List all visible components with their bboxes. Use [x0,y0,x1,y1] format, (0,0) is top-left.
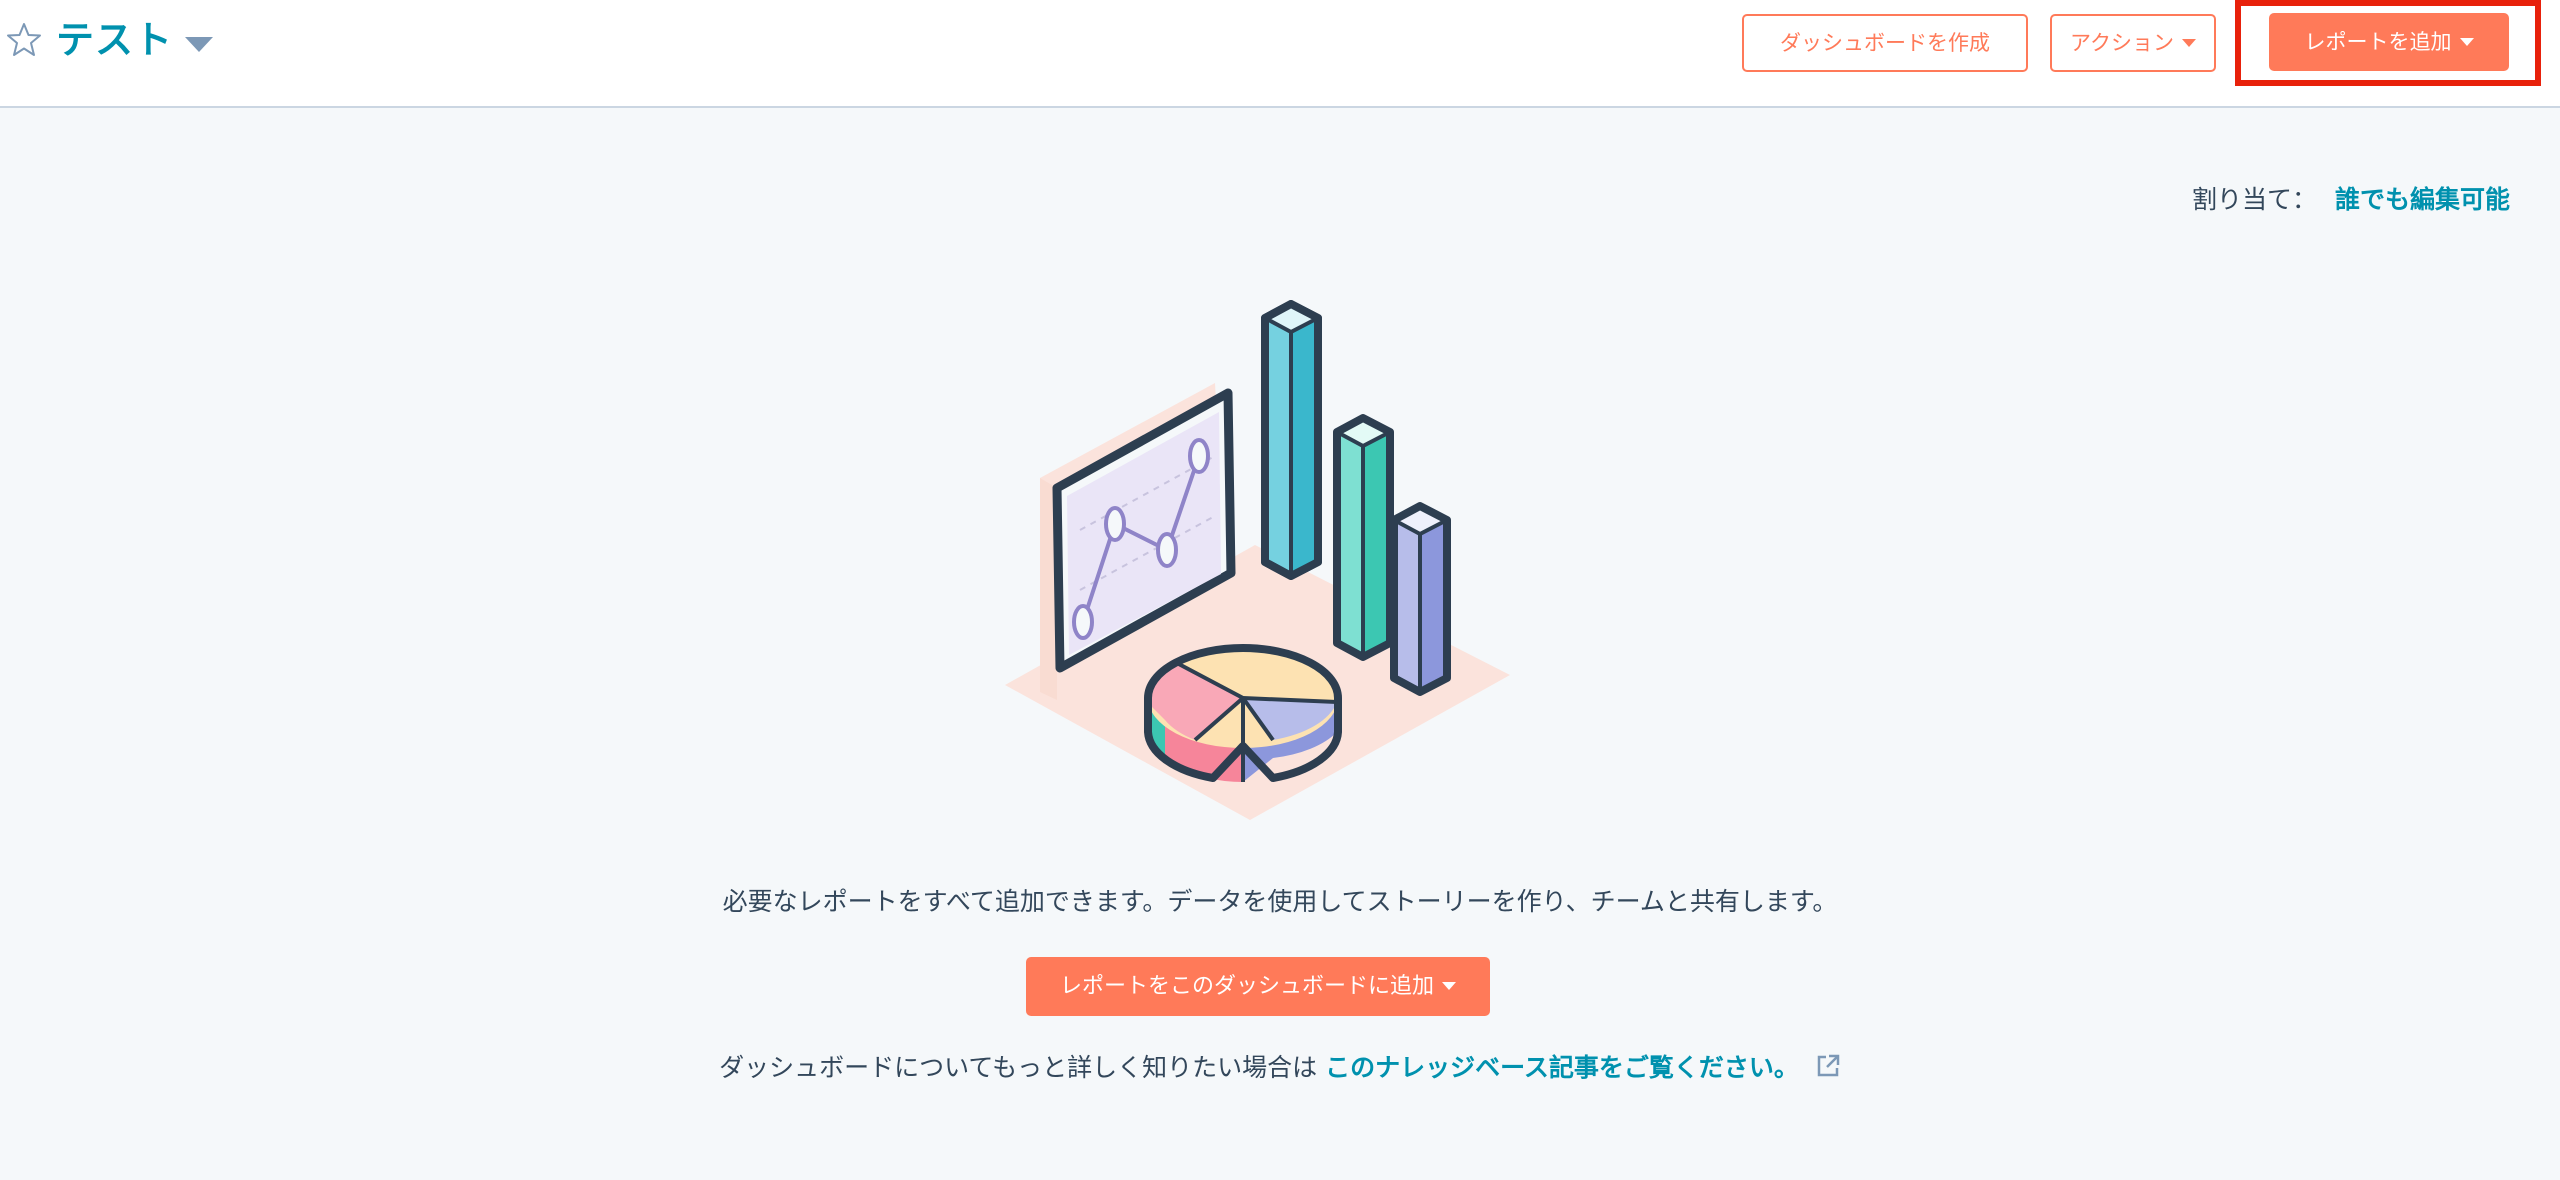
add-report-to-dashboard-label: レポートをこのダッシュボードに追加 [1059,974,1434,999]
dashboard-title[interactable]: テスト [56,12,173,68]
create-dashboard-label: ダッシュボードを作成 [1780,31,1990,55]
external-link-icon[interactable] [1815,1053,1841,1079]
dashboard-charts-illustration [1005,300,1510,820]
caret-down-icon [1442,981,1456,990]
kb-article-link[interactable]: このナレッジベース記事をご覧ください。 [1325,1053,1799,1082]
empty-state-description: 必要なレポートをすべて追加できます。データを使用してストーリーを作り、チームと共… [722,887,1838,916]
add-report-to-dashboard-button[interactable]: レポートをこのダッシュボードに追加 [1026,957,1490,1016]
dashboard-header: テスト ダッシュボードを作成 アクション レポートを追加 [0,0,2560,108]
kb-text: ダッシュボードについてもっと詳しく知りたい場合は [719,1053,1318,1082]
create-dashboard-button[interactable]: ダッシュボードを作成 [1742,14,2028,72]
assignment-link[interactable]: 誰でも編集可能 [2335,185,2510,214]
highlight-box [2235,0,2541,86]
assignment-info: 割り当て： 誰でも編集可能 [2192,180,2510,220]
knowledge-base-line: ダッシュボードについてもっと詳しく知りたい場合は このナレッジベース記事をご覧くだ… [0,1048,2560,1088]
assignment-label: 割り当て： [2191,185,2317,214]
chevron-down-icon[interactable] [183,34,215,54]
caret-down-icon [2181,38,2196,47]
actions-label: アクション [2070,31,2174,55]
actions-dropdown-button[interactable]: アクション [2050,14,2216,72]
star-icon[interactable] [4,20,44,60]
